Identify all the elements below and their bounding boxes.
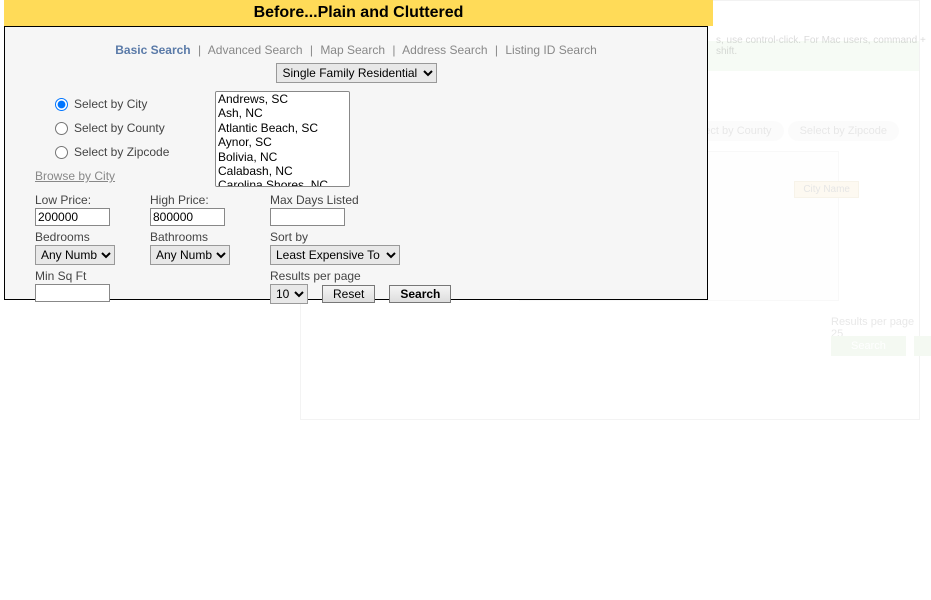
reset-button[interactable]: Reset (322, 285, 375, 303)
list-item[interactable]: Aynor, SC (216, 135, 349, 149)
sort-by-select[interactable]: Least Expensive To Most (270, 245, 400, 265)
city-list[interactable]: Andrews, SC Ash, NC Atlantic Beach, SC A… (215, 91, 350, 187)
search-nav: Basic Search | Advanced Search | Map Sea… (35, 43, 677, 57)
radio-select-by-zipcode[interactable] (55, 146, 68, 159)
property-type-select[interactable]: Single Family Residential (276, 63, 437, 83)
nav-sep: | (310, 43, 313, 57)
nav-address-search[interactable]: Address Search (402, 43, 487, 57)
max-days-label: Max Days Listed (270, 193, 400, 207)
radio-label-zipcode: Select by Zipcode (74, 145, 169, 159)
title-bar: Before...Plain and Cluttered (4, 0, 713, 26)
bedrooms-select[interactable]: Any Number (35, 245, 115, 265)
list-item[interactable]: Bolivia, NC (216, 150, 349, 164)
low-price-label: Low Price: (35, 193, 130, 207)
browse-by-city-link[interactable]: Browse by City (35, 169, 195, 183)
nav-sep: | (198, 43, 201, 57)
radio-select-by-city[interactable] (55, 98, 68, 111)
bg-search-button: Search (831, 336, 906, 356)
high-price-input[interactable] (150, 208, 225, 226)
search-form-panel: Basic Search | Advanced Search | Map Sea… (4, 26, 708, 300)
radio-select-by-county[interactable] (55, 122, 68, 135)
sort-by-label: Sort by (270, 230, 400, 244)
nav-listing-id-search[interactable]: Listing ID Search (505, 43, 596, 57)
nav-advanced-search[interactable]: Advanced Search (208, 43, 303, 57)
bathrooms-label: Bathrooms (150, 230, 250, 244)
nav-basic-search[interactable]: Basic Search (115, 43, 190, 57)
nav-sep: | (392, 43, 395, 57)
results-per-page-label: Results per page (270, 269, 451, 283)
bg-results-per-page: Results per page 25 (831, 316, 919, 340)
list-item[interactable]: Carolina Shores, NC (216, 178, 349, 187)
radio-label-city: Select by City (74, 97, 147, 111)
bg-city-name-button: City Name (794, 181, 859, 198)
search-button[interactable]: Search (389, 285, 451, 303)
list-item[interactable]: Ash, NC (216, 106, 349, 120)
bg-tab-zipcode: Select by Zipcode (788, 121, 899, 141)
list-item[interactable]: Andrews, SC (216, 92, 349, 106)
nav-sep: | (495, 43, 498, 57)
list-item[interactable]: Atlantic Beach, SC (216, 121, 349, 135)
bathrooms-select[interactable]: Any Number (150, 245, 230, 265)
bedrooms-label: Bedrooms (35, 230, 130, 244)
low-price-input[interactable] (35, 208, 110, 226)
radio-label-county: Select by County (74, 121, 165, 135)
bg-reset-button: Reset (914, 336, 931, 356)
results-per-page-select[interactable]: 10 (270, 284, 308, 304)
max-days-input[interactable] (270, 208, 345, 226)
min-sqft-label: Min Sq Ft (35, 269, 130, 283)
list-item[interactable]: Calabash, NC (216, 164, 349, 178)
high-price-label: High Price: (150, 193, 250, 207)
min-sqft-input[interactable] (35, 284, 110, 302)
hint-text: s, use control-click. For Mac users, com… (716, 35, 931, 57)
nav-map-search[interactable]: Map Search (320, 43, 385, 57)
